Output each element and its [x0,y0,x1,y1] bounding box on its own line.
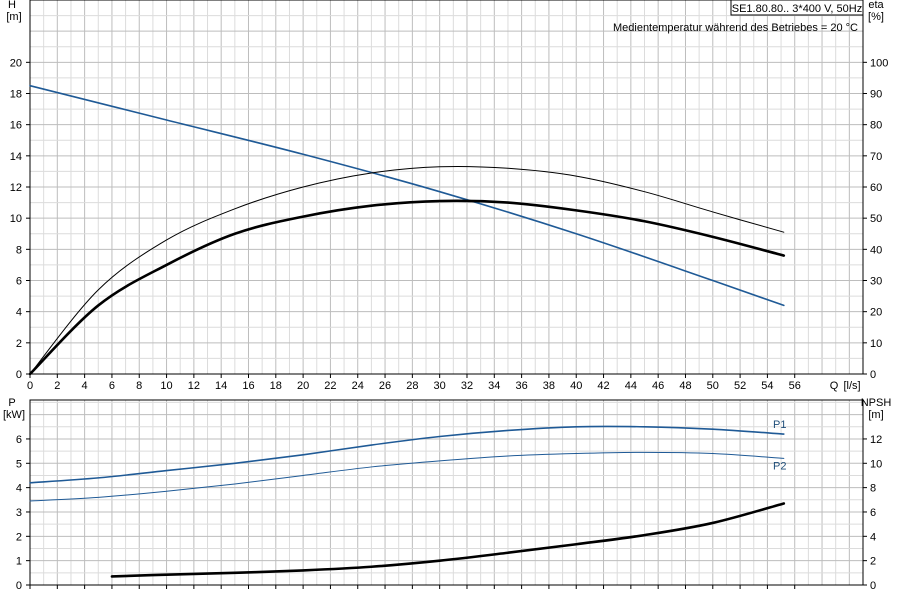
x-tick-label: 12 [188,380,200,392]
x-tick-label: 42 [597,380,609,392]
y-right-tick-label: 6 [870,507,876,519]
y-right-tick-label: 10 [870,458,882,470]
grid [29,0,864,375]
x-tick-label: 0 [27,380,33,392]
y-right-tick-label: 8 [870,483,876,495]
y-right-tick-label: 2 [870,556,876,568]
series-line-p1 [29,425,785,484]
y-right-unit-label: [m] [868,409,883,421]
y-right-axis-label: eta [868,0,884,11]
x-tick-label: 6 [109,380,115,392]
pump-performance-chart: 0246810121416182001020304050607080901000… [3,0,891,592]
x-tick-label: 46 [652,380,664,392]
y-left-tick-label: 6 [16,434,22,446]
info-box-text: SE1.80.80.. 3*400 V, 50Hz [732,3,862,15]
x-tick-label: 22 [324,380,336,392]
y-left-axis-label: P [8,397,15,409]
y-left-tick-label: 10 [10,213,22,225]
series-label-p2: P2 [773,460,786,472]
y-right-tick-label: 0 [870,369,876,381]
y-left-tick-label: 20 [10,57,22,69]
y-left-tick-label: 14 [10,151,22,163]
x-tick-label: 28 [406,380,418,392]
power-npsh-panel: 0123456024681012P[kW]NPSH[m]P1P2 [3,397,891,592]
y-right-tick-label: 70 [870,151,882,163]
y-left-tick-label: 4 [16,307,22,319]
x-unit-label: [l/s] [843,380,860,392]
x-tick-label: 16 [242,380,254,392]
y-left-tick-label: 12 [10,182,22,194]
x-tick-label: 48 [679,380,691,392]
y-right-tick-label: 0 [870,580,876,592]
y-right-tick-label: 80 [870,120,882,132]
y-right-unit-label: [%] [868,11,884,23]
x-axis-label: Q [830,380,839,392]
series-label-p1: P1 [773,419,786,431]
series-line-0-2 [28,199,786,376]
x-tick-label: 30 [434,380,446,392]
y-left-axis-label: H [8,0,16,11]
y-left-unit-label: [m] [6,11,21,23]
y-right-tick-label: 90 [870,89,882,101]
x-tick-label: 4 [82,380,88,392]
y-right-tick-label: 4 [870,531,876,543]
y-left-unit-label: [kW] [3,409,25,421]
temperature-annotation: Medientemperatur während des Betriebes =… [613,22,858,34]
y-left-tick-label: 18 [10,89,22,101]
x-tick-label: 18 [270,380,282,392]
y-right-tick-label: 100 [870,57,888,69]
y-left-tick-label: 4 [16,483,22,495]
series-line-0-0 [29,84,785,307]
y-left-tick-label: 8 [16,244,22,256]
x-tick-label: 8 [136,380,142,392]
x-tick-label: 44 [625,380,637,392]
x-tick-label: 40 [570,380,582,392]
x-tick-label: 38 [543,380,555,392]
x-tick-label: 26 [379,380,391,392]
x-tick-label: 14 [215,380,227,392]
y-right-tick-label: 10 [870,338,882,350]
series-line-p2 [29,451,785,502]
y-right-tick-label: 12 [870,434,882,446]
y-right-tick-label: 60 [870,182,882,194]
y-right-axis-label: NPSH [861,397,892,409]
x-tick-label: 34 [488,380,500,392]
x-tick-label: 20 [297,380,309,392]
x-tick-label: 54 [761,380,773,392]
x-tick-label: 36 [515,380,527,392]
y-left-tick-label: 0 [16,580,22,592]
y-left-tick-label: 16 [10,120,22,132]
y-left-tick-label: 6 [16,276,22,288]
x-tick-label: 56 [789,380,801,392]
x-tick-label: 32 [461,380,473,392]
y-right-tick-label: 50 [870,213,882,225]
y-left-tick-label: 1 [16,556,22,568]
x-tick-label: 52 [734,380,746,392]
y-left-tick-label: 2 [16,338,22,350]
y-left-tick-label: 0 [16,369,22,381]
y-right-tick-label: 30 [870,276,882,288]
x-tick-label: 24 [352,380,364,392]
y-left-tick-label: 5 [16,458,22,470]
series-line-1-2 [110,502,786,578]
y-right-tick-label: 40 [870,244,882,256]
x-tick-label: 50 [707,380,719,392]
y-left-tick-label: 3 [16,507,22,519]
x-tick-label: 10 [160,380,172,392]
head-efficiency-panel: 0246810121416182001020304050607080901000… [6,0,888,392]
x-tick-label: 2 [54,380,60,392]
y-left-tick-label: 2 [16,531,22,543]
y-right-tick-label: 20 [870,307,882,319]
